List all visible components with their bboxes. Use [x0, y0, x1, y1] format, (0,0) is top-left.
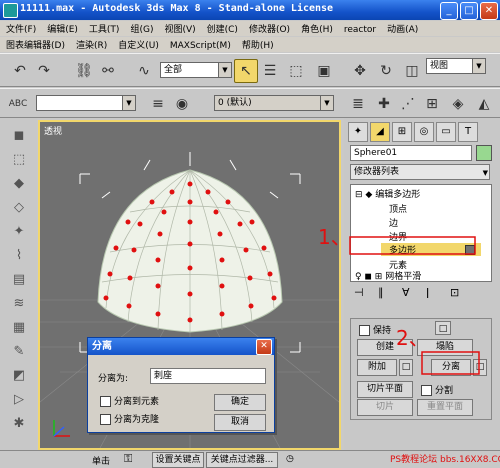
time-config-icon[interactable]: ◷ [286, 454, 294, 464]
annotation-1: 1、 [318, 225, 351, 249]
key-icon: ⚿ [124, 452, 133, 465]
watermark: PS教程论坛 bbs.16XX8.COM [390, 455, 500, 465]
set-key-button[interactable]: 设置关键点 [152, 452, 204, 468]
detach-as-label: 分离为: [98, 374, 129, 384]
dialog-title: 分离 [88, 338, 274, 355]
cancel-button[interactable]: 取消 [214, 414, 266, 431]
key-filters-button[interactable]: 关键点过滤器... [206, 452, 278, 468]
ok-button[interactable]: 确定 [214, 394, 266, 411]
click-prompt: 单击 [92, 457, 111, 467]
detach-as-input[interactable]: 刺座 [150, 368, 266, 384]
detach-to-element-checkbox[interactable]: 分离到元素 [100, 394, 159, 407]
status-bar: 单击 ⚿ 设置关键点 关键点过滤器... ◷ PS教程论坛 bbs.16XX8.… [0, 450, 500, 468]
annotation-2: 2、 [396, 326, 429, 350]
detach-dialog: 分离 ✕ 分离为: 刺座 分离到元素 分离为克隆 确定 取消 [87, 337, 275, 433]
detach-as-clone-checkbox[interactable]: 分离为克隆 [100, 412, 159, 425]
highlight-detach-box [421, 351, 480, 375]
highlight-polygon-box [349, 236, 476, 255]
dialog-close-button[interactable]: ✕ [256, 339, 272, 355]
